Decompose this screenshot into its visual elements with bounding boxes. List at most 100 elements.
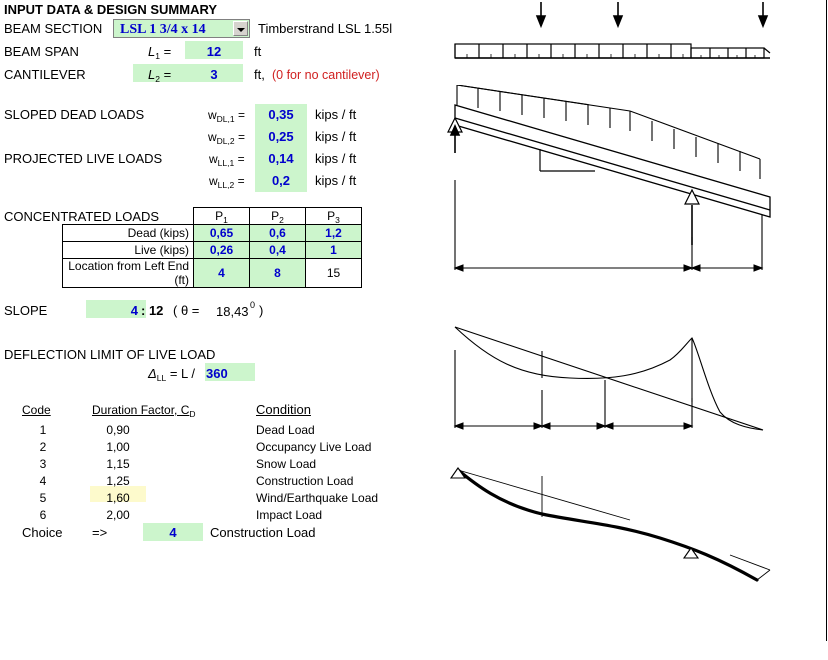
p3-letter: P [327,209,336,223]
condition-6: Impact Load [256,508,323,522]
duration-factor-1: 0,90 [106,423,130,437]
w-ll2-symbol: wLL,2 = [209,174,245,190]
column-header-p1: P1 [193,207,250,225]
p2-sub: 2 [279,215,284,225]
location-p3-value: 15 [305,258,362,288]
row-label-live: Live (kips) [62,241,194,259]
w-dl2-input[interactable]: 0,25 [255,129,307,144]
w-dl1-equals: = [237,108,245,122]
beam-section-note: Timberstrand LSL 1.55l [258,21,393,36]
bending-moment-diagram [453,326,764,431]
w-dl2-sub: DL,2 [216,136,235,146]
code-value-2: 2 [39,440,47,454]
dead-p1-input[interactable]: 0,65 [193,224,250,242]
condition-column-header: Condition [256,402,311,417]
w-dl1-symbol: wDL,1 = [208,108,245,124]
duration-factor-4: 1,25 [106,474,130,488]
w-ll2-sub: LL,2 [217,180,235,190]
concentrated-loads-table: P1 P2 P3 Dead (kips) 0,65 0,6 1,2 Live (… [62,207,362,288]
column-header-p2: P2 [249,207,306,225]
cantilever-symbol-overlay: L2 = [148,67,172,84]
deflection-sub: LL [156,373,167,383]
cantilever-symbol-sub-2: 2 [155,74,160,84]
condition-2: Occupancy Live Load [256,440,372,454]
dead-p3-input[interactable]: 1,2 [305,224,362,242]
deflection-input[interactable]: 360 [206,366,228,381]
deflection-formula: = L / [169,366,196,381]
cantilever-unit: ft, [254,67,265,82]
live-p3-input[interactable]: 1 [305,241,362,259]
w-ll1-equals: = [237,152,245,166]
duration-factor-2: 1,00 [106,440,130,454]
w-ll2-input[interactable]: 0,2 [255,173,307,188]
input-data-panel: INPUT DATA & DESIGN SUMMARY BEAM SECTION… [0,0,430,641]
cantilever-equals-2: = [163,67,172,82]
w-dl2-equals: = [237,130,245,144]
slope-separator: : 12 [141,303,164,318]
choice-arrow: => [92,525,108,540]
beam-span-input[interactable]: 12 [185,44,243,59]
choice-label: Choice [22,525,63,540]
chevron-down-icon[interactable] [233,21,248,36]
cantilever-note: (0 for no cantilever) [272,68,380,82]
beam-span-equals: = [163,44,172,59]
row-label-location: Location from Left End (ft) [62,258,194,288]
w-dl1-unit: kips / ft [315,107,357,122]
slope-degree-symbol: 0 [250,300,256,310]
duration-factor-column-header: Duration Factor, CD [92,403,196,419]
p3-sub: 3 [335,215,340,225]
w-dl1-letter: w [208,108,217,122]
location-p1-input[interactable]: 4 [193,258,250,288]
column-header-p3: P3 [305,207,362,225]
w-dl2-unit: kips / ft [315,129,357,144]
p1-sub: 1 [223,215,228,225]
duration-factor-sub: D [189,409,196,419]
location-p2-input[interactable]: 8 [249,258,306,288]
slope-theta-open: ( θ = [173,303,200,318]
choice-input[interactable]: 4 [143,525,203,540]
sloped-dead-loads-label: SLOPED DEAD LOADS [4,107,145,122]
deflection-diagram [449,467,771,582]
header-spacer [63,208,194,225]
w-ll2-unit: kips / ft [315,173,357,188]
condition-1: Dead Load [256,423,315,437]
cantilever-input[interactable]: 3 [185,67,243,82]
right-border-line [826,0,827,641]
code-value-5: 5 [39,491,47,505]
projected-live-loads-label: PROJECTED LIVE LOADS [4,151,163,166]
code-column-header: Code [22,403,51,417]
w-ll1-letter: w [209,152,218,166]
beam-span-symbol: L1 = [148,44,172,61]
slope-theta-close: ) [259,303,264,318]
code-value-1: 1 [39,423,47,437]
deflection-delta: Δ [148,366,157,381]
deflection-limit-label: DEFLECTION LIMIT OF LIVE LOAD [4,347,216,362]
slope-rise-input[interactable]: 4 [86,303,138,318]
sloped-beam-diagram [447,85,771,272]
condition-5: Wind/Earthquake Load [256,491,379,505]
w-ll1-symbol: wLL,1 = [209,152,245,168]
duration-factor-5: 1,60 [106,491,130,505]
beam-section-label: BEAM SECTION [4,21,103,36]
table-row: Dead (kips) 0,65 0,6 1,2 [62,224,362,242]
w-dl1-sub: DL,1 [216,114,235,124]
condition-3: Snow Load [256,457,317,471]
table-header-row: P1 P2 P3 [63,207,362,225]
w-ll2-equals: = [237,174,245,188]
live-p2-input[interactable]: 0,4 [249,241,306,259]
page-title: INPUT DATA & DESIGN SUMMARY [4,2,218,17]
code-value-4: 4 [39,474,47,488]
deflection-symbol: ΔLL = L / [148,366,196,383]
duration-factor-text: Duration Factor, C [92,403,190,417]
beam-section-dropdown[interactable]: LSL 1 3/4 x 14 [113,19,250,38]
live-p1-input[interactable]: 0,26 [193,241,250,259]
w-dl2-symbol: wDL,2 = [208,130,245,146]
w-dl1-input[interactable]: 0,35 [255,107,307,122]
w-ll1-input[interactable]: 0,14 [255,151,307,166]
beam-span-unit: ft [254,44,262,59]
dead-p2-input[interactable]: 0,6 [249,224,306,242]
slope-label: SLOPE [4,303,48,318]
beam-section-value: LSL 1 3/4 x 14 [120,22,206,37]
duration-factor-3: 1,15 [106,457,130,471]
w-ll2-letter: w [209,174,218,188]
